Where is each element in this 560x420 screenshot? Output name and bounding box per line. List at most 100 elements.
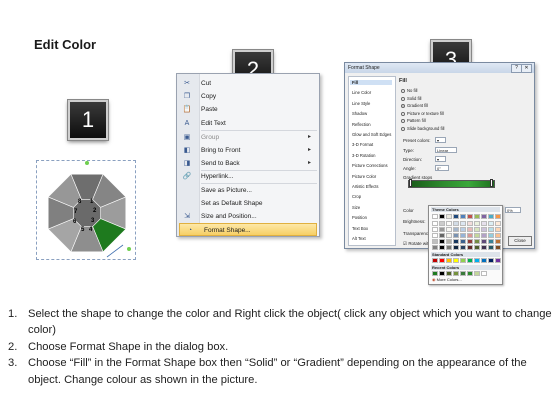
category-item[interactable]: Crop [352,194,361,199]
standard-color-swatch[interactable] [453,258,459,263]
color-swatch[interactable] [453,239,459,244]
resize-handle[interactable] [127,247,131,251]
category-item[interactable]: Shadow [352,111,367,116]
color-swatch[interactable] [474,245,480,250]
color-swatch[interactable] [467,239,473,244]
fill-option-radio[interactable] [401,119,405,123]
color-swatch[interactable] [439,245,445,250]
standard-color-swatch[interactable] [488,258,494,263]
category-item[interactable]: Reflection [352,122,371,127]
standard-color-swatch[interactable] [481,258,487,263]
color-swatch[interactable] [481,239,487,244]
color-swatch[interactable] [495,239,501,244]
color-swatch[interactable] [446,227,452,232]
category-item[interactable]: Line Color [352,90,371,95]
standard-color-swatch[interactable] [439,258,445,263]
color-swatch[interactable] [432,227,438,232]
color-swatch[interactable] [474,221,480,226]
octagon-diagram[interactable]: 8 17 26 35 4 [37,161,137,261]
menu-item-send-to-back[interactable]: ◨ Send to Back ▸ [177,157,317,170]
color-swatch[interactable] [432,214,438,219]
category-item[interactable]: Fill [350,80,392,85]
color-swatch[interactable] [453,245,459,250]
category-item[interactable]: Alt Text [352,236,366,241]
color-swatch[interactable] [432,233,438,238]
color-swatch[interactable] [439,227,445,232]
color-swatch[interactable] [460,221,466,226]
color-swatch[interactable] [446,221,452,226]
color-swatch[interactable] [446,233,452,238]
direction-dropdown[interactable]: ▾ [435,156,446,162]
menu-item-bring-to-front[interactable]: ◧ Bring to Front ▸ [177,144,317,157]
color-swatch[interactable] [453,227,459,232]
color-swatch[interactable] [467,233,473,238]
color-swatch[interactable] [460,239,466,244]
color-swatch[interactable] [488,245,494,250]
color-swatch[interactable] [432,239,438,244]
color-swatch[interactable] [460,227,466,232]
color-swatch[interactable] [432,221,438,226]
color-swatch[interactable] [488,233,494,238]
color-swatch[interactable] [439,221,445,226]
menu-item-format-shape[interactable]: ◔ Format Shape... [179,223,317,236]
standard-color-swatch[interactable] [474,258,480,263]
menu-item-save-as-picture[interactable]: Save as Picture... [177,184,317,197]
color-swatch[interactable] [453,214,459,219]
category-item[interactable]: Line Style [352,101,370,106]
position-input[interactable]: 0% [505,207,521,213]
color-swatch[interactable] [481,227,487,232]
fill-option-radio[interactable] [401,104,405,108]
recent-color-swatch[interactable] [446,271,452,276]
color-swatch[interactable] [467,221,473,226]
menu-item-edit-text[interactable]: A Edit Text [177,117,317,130]
standard-color-swatch[interactable] [467,258,473,263]
color-swatch[interactable] [474,233,480,238]
color-swatch[interactable] [481,245,487,250]
color-swatch[interactable] [439,239,445,244]
menu-item-cut[interactable]: ✂ Cut [177,77,317,90]
menu-item-size-and-position[interactable]: ⇲ Size and Position... [177,210,317,223]
fill-option-radio[interactable] [401,89,405,93]
preset-colors-dropdown[interactable]: ▾ [435,137,446,143]
color-swatch[interactable] [439,214,445,219]
category-item[interactable]: 3-D Format [352,142,373,147]
angle-input[interactable]: 0° [435,165,449,171]
standard-color-swatch[interactable] [460,258,466,263]
color-swatch[interactable] [460,214,466,219]
color-swatch[interactable] [488,227,494,232]
category-item[interactable]: 3-D Rotation [352,153,376,158]
recent-color-swatch[interactable] [481,271,487,276]
recent-color-swatch[interactable] [453,271,459,276]
standard-color-swatch[interactable] [495,258,501,263]
menu-item-hyperlink[interactable]: 🔗 Hyperlink... [177,170,317,183]
category-item[interactable]: Picture Corrections [352,163,388,168]
category-item[interactable]: Picture Color [352,174,376,179]
color-swatch[interactable] [474,227,480,232]
fill-option-radio[interactable] [401,96,405,101]
menu-item-copy[interactable]: ❐ Copy [177,90,317,103]
recent-color-swatch[interactable] [439,271,445,276]
color-swatch[interactable] [495,214,501,219]
color-swatch[interactable] [467,214,473,219]
color-swatch[interactable] [495,245,501,250]
recent-color-swatch[interactable] [460,271,466,276]
close-button[interactable]: Close [508,236,532,246]
standard-color-swatch[interactable] [432,258,438,263]
color-swatch[interactable] [481,214,487,219]
color-swatch[interactable] [453,233,459,238]
color-swatch[interactable] [467,227,473,232]
menu-item-paste[interactable]: 📋 Paste [177,103,317,116]
gradient-stop-handle[interactable] [409,179,412,187]
color-swatch[interactable] [495,233,501,238]
menu-item-group[interactable]: ▣ Group ▸ [177,131,317,144]
fill-option-radio[interactable] [401,126,405,131]
gradient-stop-handle[interactable] [490,179,493,187]
color-swatch[interactable] [439,233,445,238]
color-swatch[interactable] [446,239,452,244]
close-x-button[interactable]: ✕ [521,64,532,73]
color-swatch[interactable] [474,214,480,219]
menu-item-set-as-default-shape[interactable]: Set as Default Shape [177,197,317,210]
category-item[interactable]: Position [352,215,367,220]
color-swatch[interactable] [474,239,480,244]
color-swatch[interactable] [481,233,487,238]
